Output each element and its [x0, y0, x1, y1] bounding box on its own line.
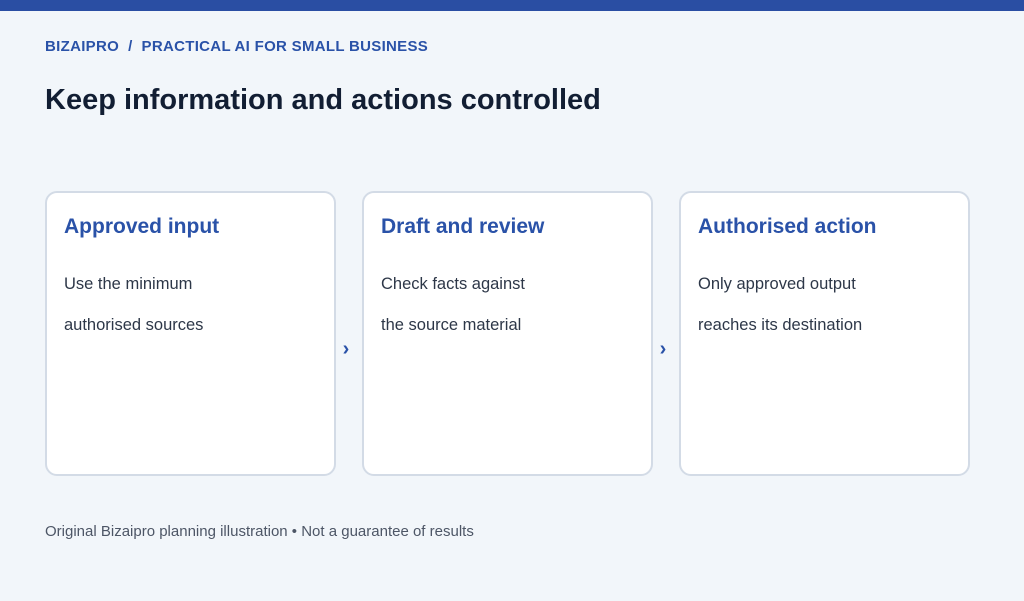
page-title: Keep information and actions controlled — [45, 84, 601, 116]
step-card-text-line: authorised sources — [64, 316, 204, 334]
top-accent-bar — [0, 0, 1024, 11]
step-card-title: Authorised action — [698, 215, 877, 238]
chevron-right-icon: › — [659, 338, 667, 360]
step-card-text-line: reaches its destination — [698, 316, 863, 334]
step-card-draft-and-review: Draft and review Check facts against the… — [362, 191, 653, 476]
footer-disclaimer: Original Bizaipro planning illustration … — [45, 523, 474, 540]
breadcrumb-brand[interactable]: BIZAIPRO — [45, 38, 119, 55]
step-card-authorised-action: Authorised action Only approved output r… — [679, 191, 970, 476]
breadcrumb: BIZAIPRO / PRACTICAL AI FOR SMALL BUSINESS — [45, 38, 428, 55]
step-card-title: Approved input — [64, 215, 220, 238]
step-card-text-line: Only approved output — [698, 275, 856, 293]
step-card-text-line: the source material — [381, 316, 522, 334]
step-card-text-line: Use the minimum — [64, 275, 193, 293]
breadcrumb-separator: / — [128, 38, 133, 55]
step-card-text-line: Check facts against — [381, 275, 525, 293]
step-card-title: Draft and review — [381, 215, 545, 238]
chevron-right-icon: › — [342, 338, 350, 360]
step-card-approved-input: Approved input Use the minimum authorise… — [45, 191, 336, 476]
breadcrumb-section[interactable]: PRACTICAL AI FOR SMALL BUSINESS — [142, 38, 429, 55]
